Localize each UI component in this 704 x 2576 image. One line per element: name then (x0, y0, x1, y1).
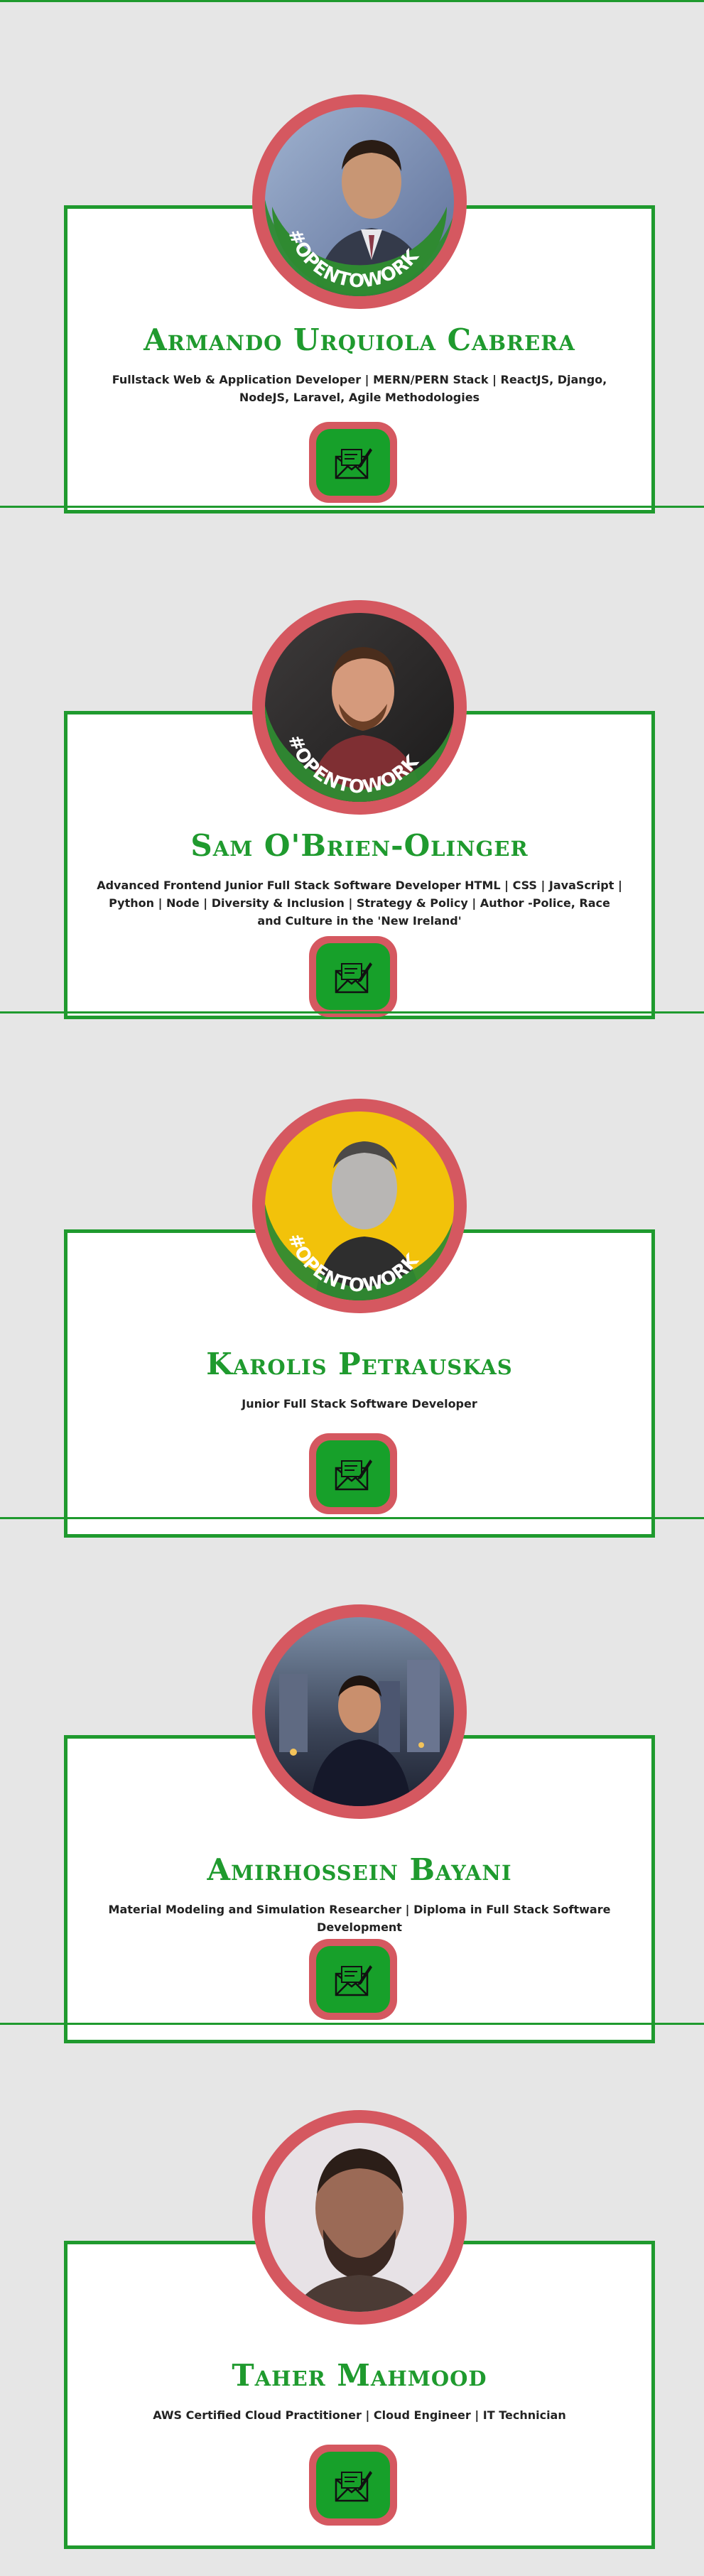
contact-button-inner[interactable] (316, 429, 390, 496)
avatar-ring (252, 2110, 467, 2325)
profile-section: #OPENTOWORK Armando Urquiola Cabrera Ful… (0, 0, 704, 513)
profile-name: Armando Urquiola Cabrera (143, 322, 575, 357)
contact-button[interactable] (309, 1433, 397, 1514)
avatar-photo (265, 1617, 454, 1806)
avatar[interactable]: #OPENTOWORK (265, 613, 454, 802)
profile-section: Amirhossein Bayani Material Modeling and… (0, 1517, 704, 2043)
envelope-letter-icon (335, 2471, 372, 2502)
contact-button[interactable] (309, 936, 397, 1017)
contact-button[interactable] (309, 422, 397, 503)
avatar-ring: #OPENTOWORK (252, 1099, 467, 1313)
profile-name: Karolis Petrauskas (206, 1347, 513, 1381)
avatar-photo: #OPENTOWORK (265, 107, 454, 296)
contact-button[interactable] (309, 1939, 397, 2020)
envelope-letter-icon (335, 1965, 372, 1996)
avatar-photo: #OPENTOWORK (265, 613, 454, 802)
profile-section: #OPENTOWORK Sam O'Brien-Olinger Advanced… (0, 506, 704, 1019)
profile-section: #OPENTOWORK Karolis Petrauskas Junior Fu… (0, 1011, 704, 1538)
envelope-letter-icon (335, 448, 372, 479)
profile-headline: Advanced Frontend Junior Full Stack Soft… (97, 879, 622, 928)
avatar-photo: #OPENTOWORK (265, 1112, 454, 1300)
contact-button-inner[interactable] (316, 943, 390, 1010)
profile-headline: Material Modeling and Simulation Researc… (108, 1903, 611, 1934)
profile-name: Taher Mahmood (232, 2358, 487, 2393)
profile-headline: AWS Certified Cloud Practitioner | Cloud… (153, 2408, 566, 2422)
avatar-ring: #OPENTOWORK (252, 600, 467, 815)
avatar[interactable] (265, 1617, 454, 1806)
avatar[interactable] (265, 2123, 454, 2312)
avatar[interactable]: #OPENTOWORK (265, 107, 454, 296)
contact-button-inner[interactable] (316, 1946, 390, 2013)
contact-button[interactable] (309, 2445, 397, 2526)
envelope-letter-icon (335, 1460, 372, 1491)
avatar[interactable]: #OPENTOWORK (265, 1112, 454, 1300)
profile-name: Amirhossein Bayani (207, 1852, 512, 1887)
avatar-ring: #OPENTOWORK (252, 94, 467, 309)
profile-name: Sam O'Brien-Olinger (190, 828, 529, 863)
envelope-letter-icon (335, 962, 372, 994)
profile-section: Taher Mahmood AWS Certified Cloud Practi… (0, 2023, 704, 2576)
contact-button-inner[interactable] (316, 2452, 390, 2518)
avatar-photo (265, 2123, 454, 2312)
contact-button-inner[interactable] (316, 1440, 390, 1507)
profile-headline: Junior Full Stack Software Developer (242, 1397, 477, 1411)
avatar-ring (252, 1604, 467, 1819)
profile-headline: Fullstack Web & Application Developer | … (112, 373, 607, 404)
